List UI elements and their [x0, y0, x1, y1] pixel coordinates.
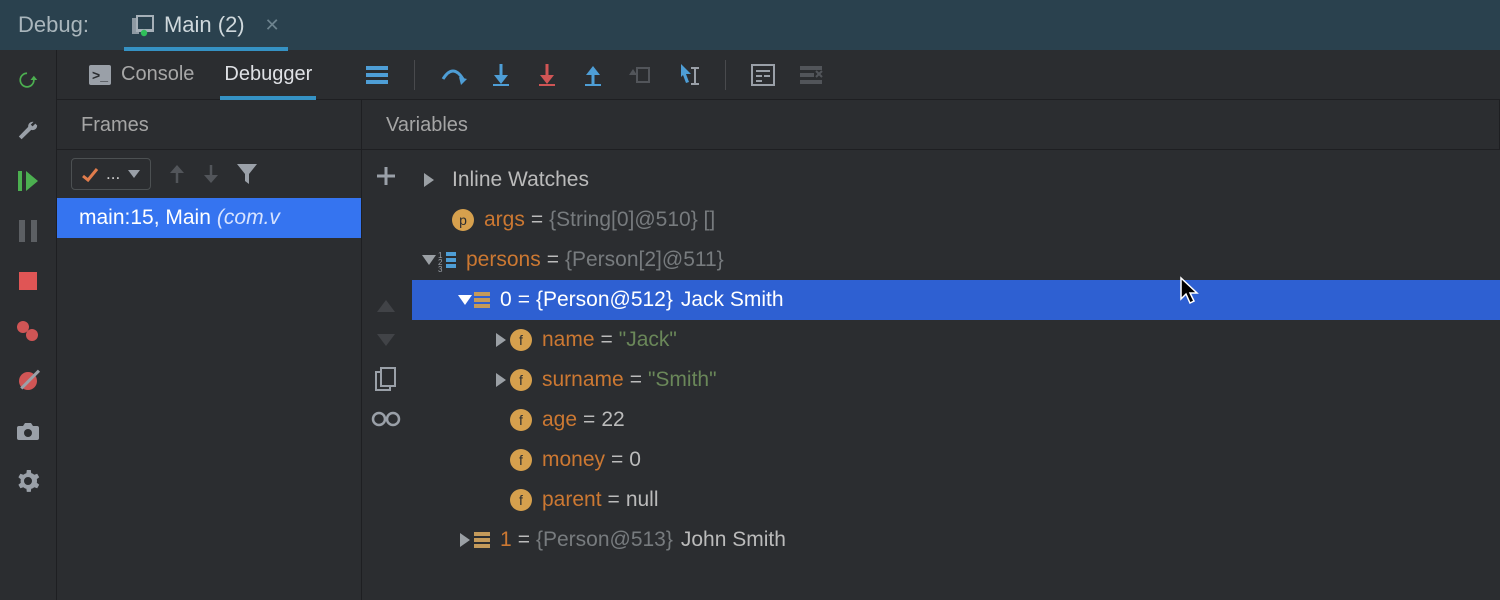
tab-console[interactable]: >_ Console: [89, 50, 194, 100]
field-badge-icon: f: [510, 329, 532, 351]
console-icon: >_: [89, 65, 111, 85]
move-down-icon: [377, 334, 395, 346]
step-into-icon[interactable]: [491, 64, 511, 86]
tree-row-persons[interactable]: 123 persons = {Person[2]@511}: [412, 240, 1500, 280]
param-badge-icon: p: [452, 209, 474, 231]
frame-prev-icon: [169, 165, 185, 183]
camera-icon[interactable]: [15, 418, 41, 444]
view-breakpoints-icon[interactable]: [15, 318, 41, 344]
array-icon: 123: [438, 251, 456, 269]
filter-icon[interactable]: [237, 164, 257, 184]
variables-panel: Inline Watches p args = {String[0]@510} …: [410, 150, 1500, 600]
chevron-down-icon: [456, 295, 474, 305]
chevron-right-icon: [492, 373, 510, 387]
tree-row-inline-watches[interactable]: Inline Watches: [412, 160, 1500, 200]
resume-icon[interactable]: [15, 168, 41, 194]
object-icon: [474, 532, 490, 548]
run-config-tab[interactable]: Main (2) ✕: [124, 0, 288, 50]
step-over-icon[interactable]: [441, 65, 465, 85]
glasses-icon[interactable]: [372, 412, 400, 426]
debug-tabstrip: Debug: Main (2) ✕: [0, 0, 1500, 50]
step-out-icon[interactable]: [583, 64, 603, 86]
object-icon: [474, 292, 490, 308]
thread-selector[interactable]: ...: [71, 158, 151, 190]
svg-text:3: 3: [438, 265, 443, 274]
tree-row-args[interactable]: p args = {String[0]@510} []: [412, 200, 1500, 240]
tree-row-parent[interactable]: f parent = null: [412, 480, 1500, 520]
field-badge-icon: f: [510, 369, 532, 391]
tree-row-age[interactable]: f age = 22: [412, 400, 1500, 440]
tree-row-surname[interactable]: f surname = "Smith": [412, 360, 1500, 400]
separator: [414, 60, 415, 90]
variables-header: Variables: [362, 100, 1500, 149]
variables-tool-column: [362, 150, 410, 600]
tree-row-money[interactable]: f money = 0: [412, 440, 1500, 480]
threads-icon[interactable]: [366, 66, 388, 84]
force-step-into-icon[interactable]: [537, 64, 557, 86]
field-badge-icon: f: [510, 409, 532, 431]
drop-frame-icon: [629, 65, 651, 85]
trace-current-stream-icon: [800, 66, 822, 84]
tree-row-person-1[interactable]: 1 = {Person@513} John Smith: [412, 520, 1500, 560]
wrench-icon[interactable]: [15, 118, 41, 144]
move-up-icon: [377, 300, 395, 312]
frame-row[interactable]: main:15, Main (com.v: [57, 198, 361, 238]
stop-icon[interactable]: [15, 268, 41, 294]
chevron-right-icon: [456, 533, 474, 547]
settings-gear-icon[interactable]: [15, 468, 41, 494]
frames-header: Frames: [57, 100, 362, 149]
field-badge-icon: f: [510, 449, 532, 471]
run-config-icon: [132, 15, 154, 35]
tree-row-person-0[interactable]: 0 = {Person@512} Jack Smith: [412, 280, 1500, 320]
chevron-right-icon: [492, 333, 510, 347]
debug-toolbar: >_ Console Debugger: [57, 50, 1500, 100]
close-icon[interactable]: ✕: [265, 15, 280, 36]
run-to-cursor-icon[interactable]: [677, 64, 699, 86]
debug-label: Debug:: [18, 12, 89, 38]
pause-icon[interactable]: [15, 218, 41, 244]
rerun-icon[interactable]: [15, 68, 41, 94]
tree-row-name[interactable]: f name = "Jack": [412, 320, 1500, 360]
frame-next-icon: [203, 165, 219, 183]
chevron-right-icon: [420, 173, 438, 187]
run-config-label: Main (2): [164, 12, 245, 38]
frames-panel: ... main:15, Main (com.v: [57, 150, 362, 600]
chevron-down-icon: [128, 170, 140, 178]
left-action-gutter: [0, 50, 57, 600]
mute-breakpoints-icon[interactable]: [15, 368, 41, 394]
field-badge-icon: f: [510, 489, 532, 511]
evaluate-expression-icon[interactable]: [752, 65, 774, 85]
new-watch-icon[interactable]: [376, 166, 396, 186]
chevron-down-icon: [420, 255, 438, 265]
separator: [725, 60, 726, 90]
tab-debugger[interactable]: Debugger: [224, 50, 312, 100]
copy-icon[interactable]: [376, 368, 396, 390]
